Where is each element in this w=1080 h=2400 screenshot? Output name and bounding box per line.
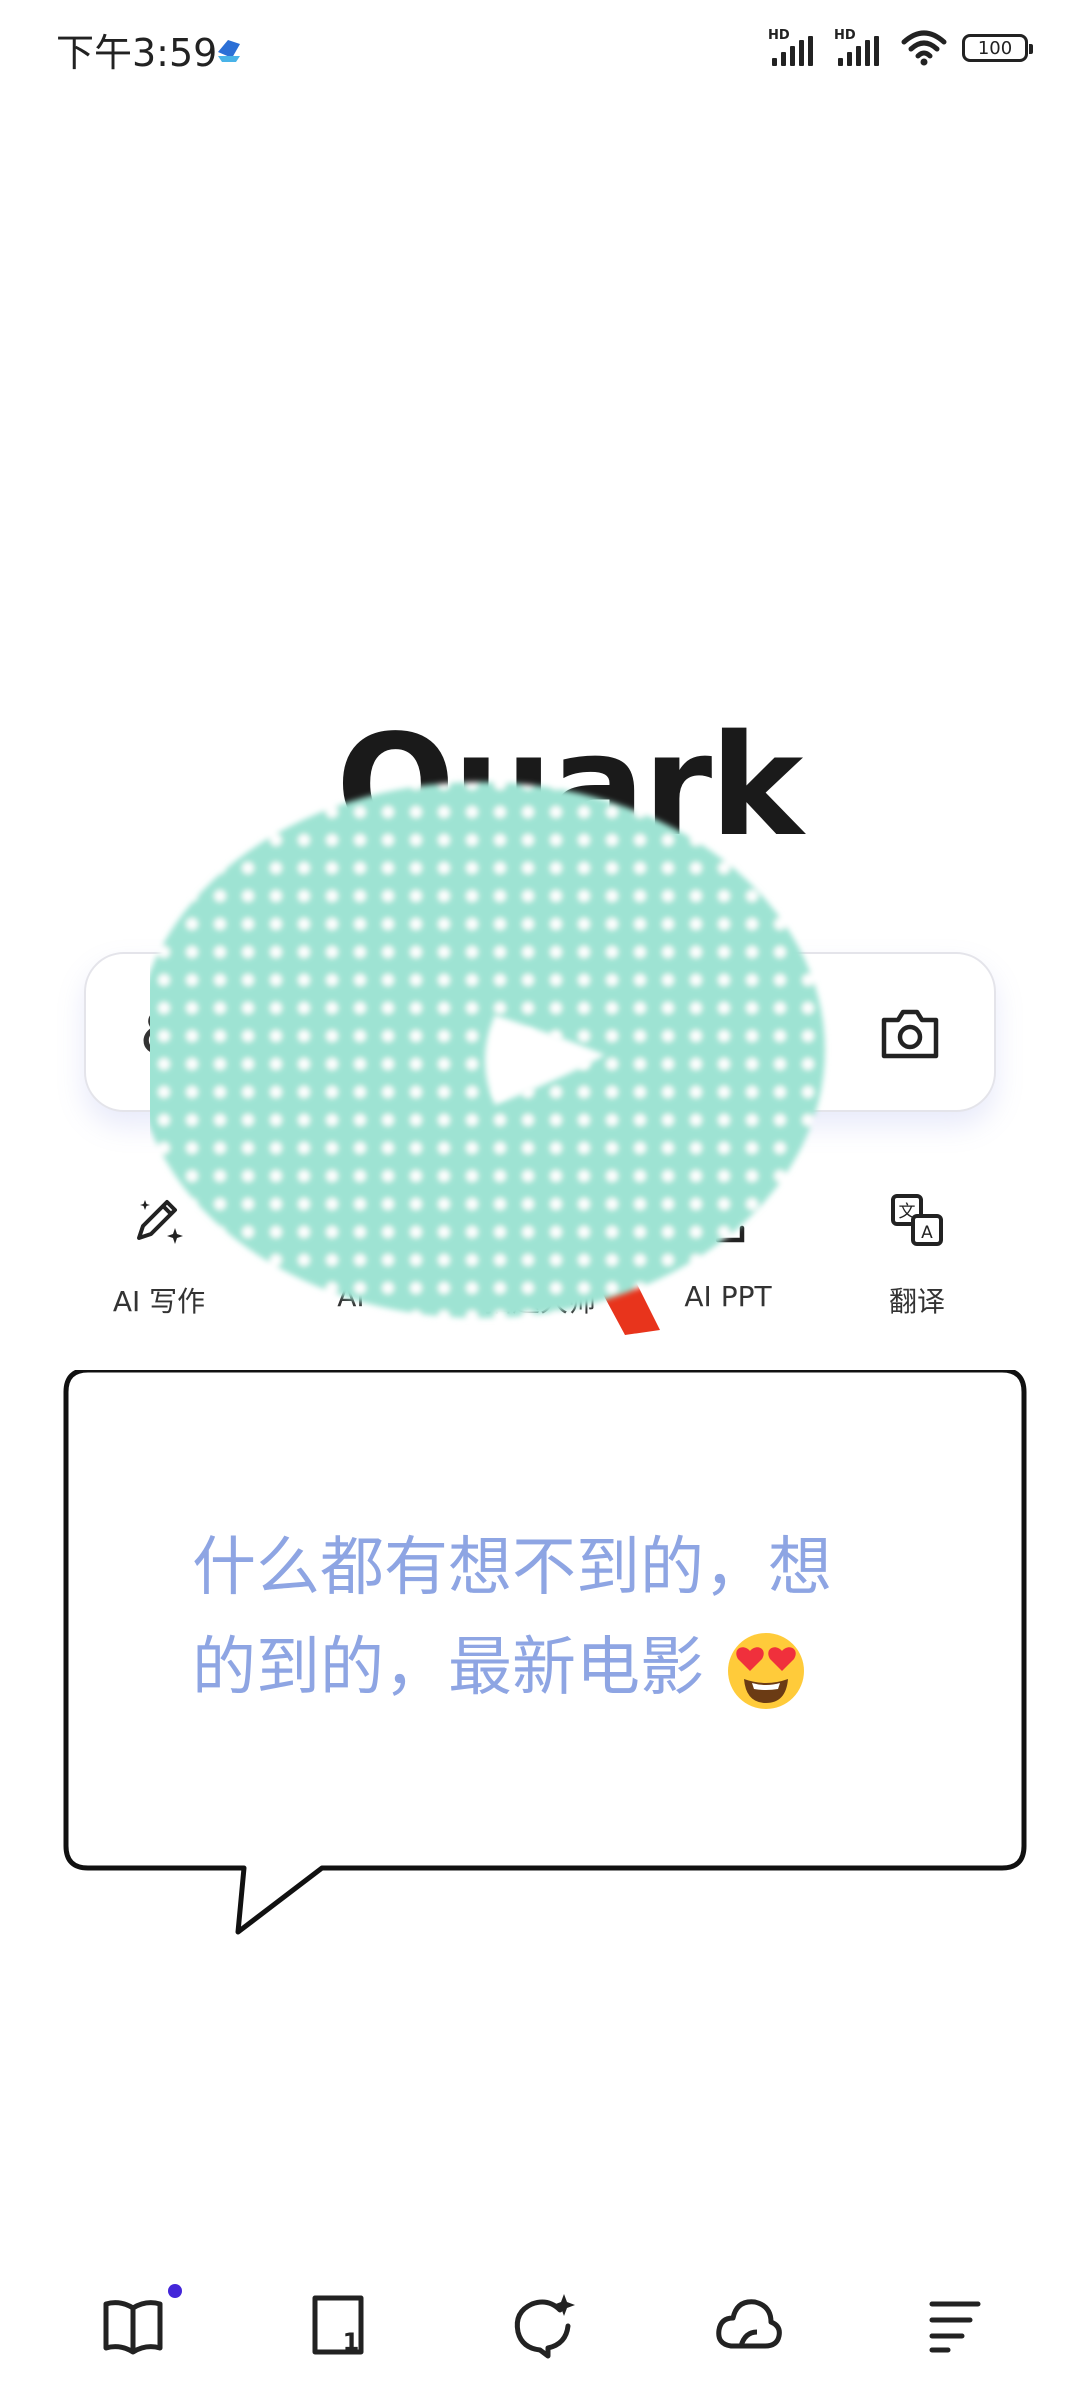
status-bar: 下午3:59 HD HD 100: [0, 0, 1080, 100]
nav-tabs[interactable]: 1: [303, 2290, 373, 2360]
cloud-icon: [716, 2299, 782, 2349]
status-time: 下午3:59: [56, 31, 218, 75]
signal-icon: HD: [834, 28, 886, 68]
bubble-text-line2: 的到的，最新电影: [192, 1631, 704, 1705]
nav-cloud[interactable]: [713, 2290, 783, 2360]
signal-icon: HD: [768, 28, 820, 68]
ai-chat-icon: [514, 2294, 575, 2359]
notification-dot: [168, 2284, 182, 2298]
battery-level: 100: [977, 37, 1013, 59]
nav-book[interactable]: [98, 2284, 182, 2360]
app-notification-icon: [218, 40, 240, 62]
nav-menu[interactable]: [918, 2290, 988, 2360]
translate-icon: 文 A: [891, 1194, 943, 1246]
bubble-message: 什么都有想不到的，想 的到的，最新电影: [192, 1518, 932, 1718]
svg-text:文: 文: [899, 1202, 916, 1222]
shortcut-label: 翻译: [888, 1285, 945, 1318]
heart-eyes-emoji: [728, 1633, 805, 1710]
tab-count: 1: [343, 2328, 360, 2356]
svg-text:A: A: [921, 1223, 933, 1243]
nav-ai-chat[interactable]: [508, 2290, 578, 2360]
battery-indicator: 100: [962, 34, 1033, 62]
bubble-text-line1: 什么都有想不到的，想: [192, 1531, 832, 1605]
status-right-group: HD HD 100: [768, 26, 1033, 70]
camera-icon[interactable]: [878, 1004, 942, 1064]
wifi-icon: [901, 30, 947, 66]
bottom-nav: 1: [0, 2260, 1080, 2380]
shortcut-translate[interactable]: 文 A 翻译: [822, 1190, 1012, 1320]
tab-count-icon: 1: [312, 2295, 364, 2356]
book-icon: [103, 2300, 163, 2355]
video-sticker-overlay: [150, 782, 825, 1335]
menu-icon: [929, 2301, 981, 2353]
